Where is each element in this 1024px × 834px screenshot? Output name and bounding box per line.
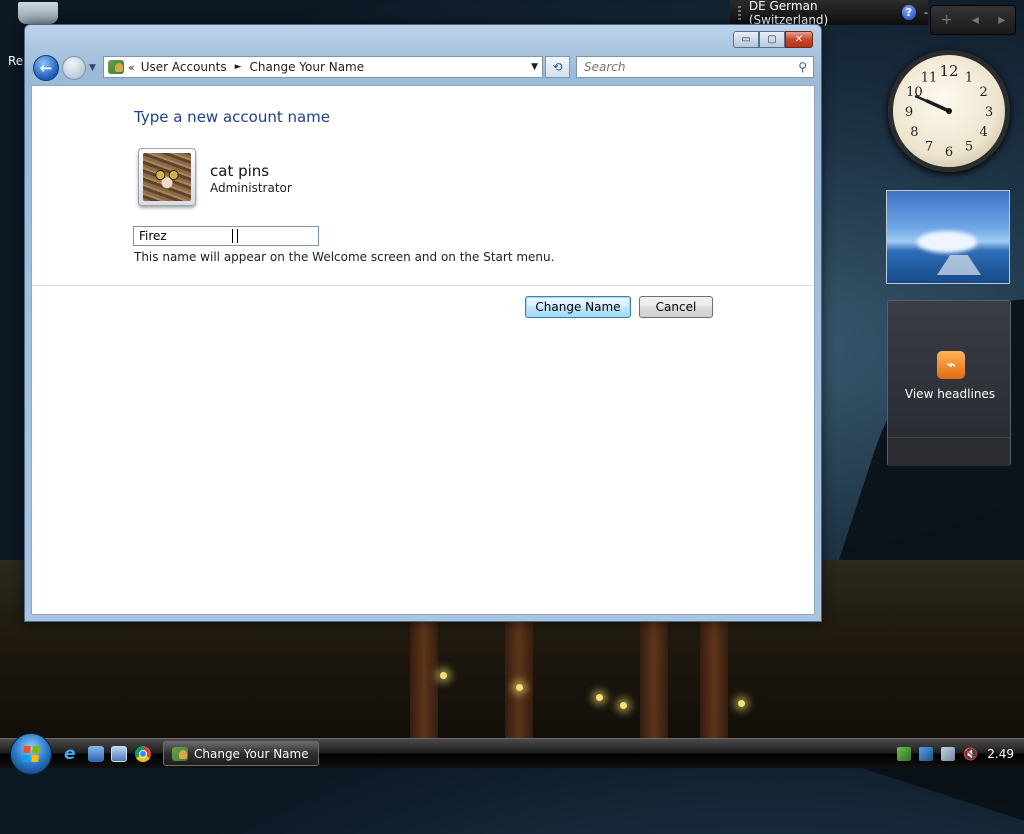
- account-name: cat pins: [210, 162, 270, 180]
- clock-gadget[interactable]: 12 1 2 3 4 5 6 7 8 9 10 11: [888, 50, 1010, 172]
- tree-trunk: [410, 620, 438, 738]
- clock-number: 7: [925, 140, 933, 155]
- photo-pier: [937, 255, 981, 275]
- feeds-gadget[interactable]: ⌁ View headlines: [887, 300, 1011, 466]
- clock-center: [946, 108, 952, 114]
- back-arrow-icon: ←: [39, 59, 53, 77]
- firefly-light: [596, 694, 603, 701]
- view-headlines-link[interactable]: View headlines: [888, 387, 1012, 401]
- taskbar: e Change Your Name 🔇 2.49: [0, 733, 1024, 775]
- volume-muted-icon[interactable]: 🔇: [963, 747, 979, 761]
- update-tray-icon[interactable]: [919, 747, 934, 761]
- clock-number: 11: [921, 70, 938, 85]
- add-gadget-button[interactable]: +: [941, 12, 953, 28]
- internet-explorer-icon[interactable]: e: [64, 746, 80, 763]
- security-tray-icon[interactable]: [897, 747, 912, 761]
- clock-number: 12: [939, 62, 958, 80]
- firefly-light: [516, 684, 523, 691]
- recent-pages-dropdown[interactable]: ▼: [89, 63, 96, 73]
- switch-windows-icon[interactable]: [111, 746, 127, 762]
- photo-cloud: [917, 231, 977, 253]
- desktop-icon-label: Re: [8, 54, 24, 68]
- cancel-button[interactable]: Cancel: [639, 296, 713, 318]
- search-icon[interactable]: ⚲: [798, 60, 807, 74]
- forward-button[interactable]: [62, 56, 86, 80]
- tree-trunk: [505, 620, 533, 738]
- firefly-light: [620, 702, 627, 709]
- account-type: Administrator: [210, 181, 292, 195]
- tree-trunk: [700, 620, 728, 738]
- overflow-chevron-icon[interactable]: «: [128, 61, 135, 74]
- address-bar[interactable]: « User Accounts ► Change Your Name ▼: [103, 56, 543, 78]
- search-box[interactable]: ⚲: [576, 56, 814, 78]
- start-button[interactable]: [10, 733, 52, 775]
- clock-face: 12 1234567891011: [905, 62, 993, 160]
- refresh-icon: ⟲: [552, 60, 563, 74]
- name-hint: This name will appear on the Welcome scr…: [134, 250, 555, 264]
- clock-number: 2: [980, 85, 988, 100]
- clock-minute-hand: [914, 95, 951, 113]
- grip-icon[interactable]: [738, 5, 741, 20]
- avatar: [138, 148, 196, 206]
- user-accounts-icon: [172, 746, 188, 761]
- rss-icon: ⌁: [937, 351, 965, 379]
- language-bar-minimize-button[interactable]: -: [924, 7, 928, 18]
- network-icon[interactable]: [941, 747, 956, 761]
- previous-gadget-button[interactable]: ◂: [972, 12, 979, 28]
- search-input[interactable]: [582, 59, 786, 75]
- breadcrumb-user-accounts[interactable]: User Accounts: [141, 60, 227, 74]
- show-desktop-icon[interactable]: [88, 746, 104, 762]
- breadcrumb-separator-icon[interactable]: ►: [235, 62, 242, 72]
- clock-number: 6: [945, 145, 953, 160]
- recycle-bin-icon[interactable]: [18, 2, 58, 24]
- divider: [32, 285, 814, 286]
- clock-time[interactable]: 2.49: [987, 747, 1014, 761]
- caption-buttons: ▭ ▢ ✕: [733, 31, 813, 48]
- help-icon[interactable]: ?: [901, 5, 917, 20]
- tree-trunk: [640, 620, 668, 738]
- firefly-light: [738, 700, 745, 707]
- breadcrumb-change-your-name[interactable]: Change Your Name: [250, 60, 365, 74]
- clock-number: 9: [905, 105, 913, 120]
- content-pane: Type a new account name cat pins Adminis…: [31, 85, 815, 615]
- clock-number: 1: [965, 70, 973, 85]
- windows-logo-icon: [22, 746, 40, 762]
- close-button[interactable]: ✕: [785, 31, 813, 48]
- clock-number: 5: [965, 140, 973, 155]
- address-dropdown-icon[interactable]: ▼: [531, 62, 538, 72]
- taskbar-button-label: Change Your Name: [194, 746, 309, 761]
- maximize-button[interactable]: ▢: [759, 31, 785, 48]
- clock-number: 8: [910, 125, 918, 140]
- user-accounts-icon: [108, 60, 124, 74]
- system-tray: 🔇 2.49: [894, 739, 1024, 769]
- feeds-gadget-footer: [888, 437, 1010, 466]
- firefly-light: [440, 672, 447, 679]
- slideshow-gadget[interactable]: [886, 190, 1010, 284]
- chrome-icon[interactable]: [135, 746, 151, 762]
- language-indicator[interactable]: DE German (Switzerland): [749, 0, 894, 27]
- clock-number: 3: [985, 105, 993, 120]
- change-name-window: ▭ ▢ ✕ ← ▼ « User Accounts ► Change Your …: [24, 24, 822, 622]
- change-name-button[interactable]: Change Name: [525, 296, 631, 318]
- page-title: Type a new account name: [134, 108, 331, 126]
- sidebar-controls: + ◂ ▸: [930, 5, 1016, 35]
- refresh-button[interactable]: ⟲: [545, 56, 570, 78]
- taskbar-button-change-your-name[interactable]: Change Your Name: [163, 741, 319, 766]
- cat-picture: [143, 153, 191, 201]
- language-bar[interactable]: DE German (Switzerland) ? -: [730, 0, 928, 27]
- next-gadget-button[interactable]: ▸: [998, 12, 1005, 28]
- clock-number: 4: [980, 125, 988, 140]
- new-name-input[interactable]: [133, 226, 319, 246]
- minimize-button[interactable]: ▭: [733, 31, 759, 48]
- text-cursor-icon: [232, 229, 238, 243]
- back-button[interactable]: ←: [33, 55, 59, 81]
